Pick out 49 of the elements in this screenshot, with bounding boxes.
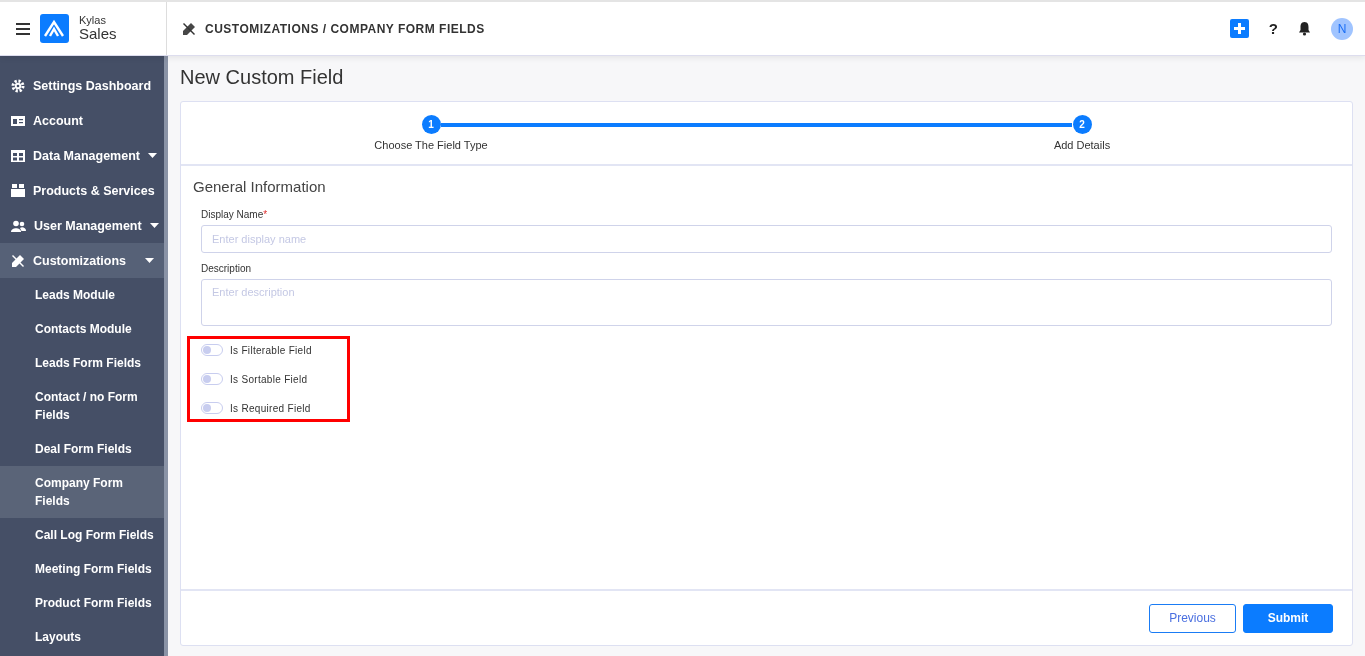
sidebar-subitem[interactable]: Leads Module [0,278,164,312]
sidebar-subitem[interactable]: Call Log Form Fields [0,518,164,552]
toggle-label: Is Sortable Field [230,373,308,385]
field-label: Display Name* [201,209,269,220]
step-label: Add Details [1053,139,1111,151]
sidebar-item[interactable]: Account [0,103,164,138]
toggle-switch[interactable] [201,402,223,414]
page-title: New Custom Field [180,66,345,89]
sidebar-item[interactable]: Data Management [0,138,164,173]
breadcrumb: CUSTOMIZATIONS / COMPANY FORM FIELDS [205,21,485,36]
users-icon [11,219,26,232]
submit-button[interactable]: Submit [1243,603,1333,633]
add-icon[interactable] [1229,19,1249,38]
id-card-icon [11,114,25,127]
product-name: Sales [79,26,117,43]
textarea-field[interactable]: Enter description [201,279,1332,326]
sidebar-subitem[interactable]: Leads Form Fields [0,346,164,380]
help-icon[interactable]: ? [1268,20,1278,37]
brand-name: Kylas [79,14,107,27]
toggle-switch[interactable] [201,373,223,385]
sidebar-subitem[interactable]: Deal Form Fields [0,432,164,466]
bell-icon[interactable] [1298,21,1311,36]
step-number: 1 [421,115,441,134]
step-label: Choose The Field Type [374,139,488,151]
table-icon [11,149,25,162]
step-number: 2 [1072,115,1092,134]
tools-icon [11,253,25,268]
sidebar-subitem[interactable]: Meeting Form Fields [0,552,164,586]
toggle-switch[interactable] [201,344,223,356]
sidebar-item[interactable]: User Management [0,208,164,243]
gear-icon [11,78,25,93]
sidebar-subitem[interactable]: Product Form Fields [0,586,164,620]
sidebar-subitem[interactable]: Company Form Fields [0,466,164,518]
logo-icon [40,14,69,43]
toggle-label: Is Required Field [230,402,311,414]
sidebar-item[interactable]: Settings Dashboard [0,68,164,103]
tools-icon [182,21,196,36]
box-icon [11,184,25,197]
sidebar-item[interactable]: Customizations [0,243,164,278]
menu-icon[interactable] [16,22,30,35]
field-label: Description [201,263,253,274]
section-title: General Information [193,178,327,195]
sidebar-subitem[interactable]: Contact / no Form Fields [0,380,164,432]
toggle-label: Is Filterable Field [230,344,312,356]
sidebar-subitem[interactable]: Contacts Module [0,312,164,346]
sidebar-item[interactable]: Products & Services [0,173,164,208]
input-field[interactable]: Enter display name [201,225,1332,253]
previous-button[interactable]: Previous [1149,603,1236,633]
sidebar-subitem[interactable]: Layouts [0,620,164,654]
